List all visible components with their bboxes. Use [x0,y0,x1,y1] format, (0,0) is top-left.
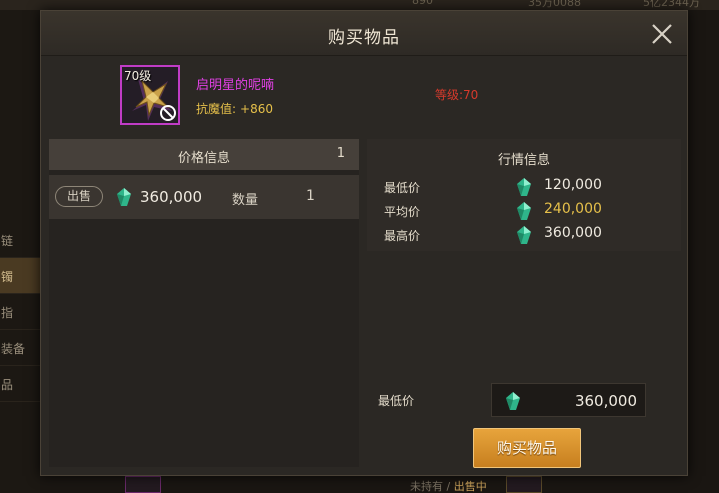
price-info-panel: 价格信息 1 出售 360,000 数量 1 [49,139,359,467]
sell-tag: 出售 [55,186,103,207]
market-value: 240,000 [544,201,602,217]
buy-item-button[interactable]: 购买物品 [473,428,581,468]
bg-side-item-equipment: 装备 [0,330,40,366]
bg-value-1: 890 [412,0,433,7]
background-bottom-bar: 未持有 / 出售中 [40,476,688,493]
bg-status-sep: / [446,480,451,493]
background-top-bar: 890 35万0088 5亿2344万 [0,0,719,10]
no-trade-icon [160,105,176,121]
market-value: 360,000 [544,225,602,241]
market-label: 平均价 [384,205,421,219]
price-info-header: 价格信息 1 [49,139,359,170]
item-stat-value: +860 [240,102,274,116]
listing-count: 1 [336,146,345,161]
bg-status-text: 未持有 / 出售中 [410,478,487,493]
green-gem-icon [517,226,531,244]
close-button[interactable] [648,20,676,48]
bg-value-2: 35万0088 [528,0,581,9]
market-info-title: 行情信息 [497,153,550,168]
market-info-panel: 行情信息 最低价 120,000 平均价 240,000 最高价 360,000 [367,139,681,251]
buy-price-field[interactable]: 360,000 [491,383,646,417]
dialog-header: 购买物品 [41,11,687,56]
market-row-min: 最低价 120,000 [367,176,681,198]
buy-min-price-label: 最低价 [378,394,415,408]
bg-side-item-bracelet: 镯 [0,258,40,294]
background-right-strip [688,10,719,493]
background-sidebar: 链 镯 指 装备 品 [0,10,40,493]
bg-side-item-chain: 链 [0,222,40,258]
market-label: 最低价 [384,181,421,195]
quantity-value: 1 [306,188,315,204]
bg-item-thumb [125,476,161,493]
item-icon[interactable]: 70级 [120,65,180,125]
listing-row[interactable]: 出售 360,000 数量 1 [49,175,359,219]
bg-status-sale: 出售中 [453,480,487,493]
purchase-dialog: 购买物品 70级 启明星的呢喃 抗魔值: +860 等级:70 价格信息 1 出… [40,10,688,476]
market-label: 最高价 [384,229,421,243]
quantity-label: 数量 [232,193,259,208]
green-gem-icon [517,202,531,220]
green-gem-icon [506,392,520,410]
item-stat-label: 抗魔值: [196,102,237,116]
green-gem-icon [517,178,531,196]
listing-price: 360,000 [140,188,203,206]
bg-value-3: 5亿2344万 [643,0,700,9]
item-level-tag: 70级 [124,69,152,83]
item-summary: 70级 启明星的呢喃 抗魔值: +860 等级:70 [41,56,687,134]
green-gem-icon [117,188,131,206]
market-row-max: 最高价 360,000 [367,224,681,246]
item-level-requirement: 等级:70 [435,88,479,102]
bg-status-owned: 未持有 [410,480,443,493]
item-name: 启明星的呢喃 [196,78,275,93]
bg-side-item-goods: 品 [0,366,40,402]
bg-item-thumb-2 [506,476,542,493]
dialog-title: 购买物品 [328,28,400,48]
close-icon [652,24,672,44]
market-row-avg: 平均价 240,000 [367,200,681,222]
item-stat: 抗魔值: +860 [196,100,273,117]
price-info-title: 价格信息 [177,151,230,166]
bg-side-item-ring: 指 [0,294,40,330]
buy-price-value: 360,000 [574,392,637,410]
market-value: 120,000 [544,177,602,193]
